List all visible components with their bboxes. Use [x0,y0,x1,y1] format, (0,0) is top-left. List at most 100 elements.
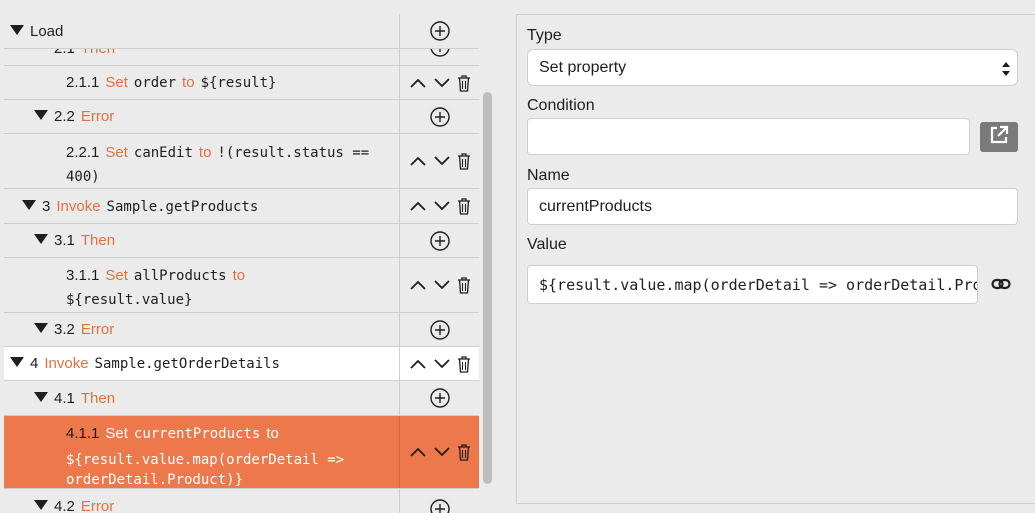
tree-row[interactable]: 4.2 Error [4,489,479,513]
add-circle-icon[interactable] [429,387,451,409]
row-number: 2.1.1 [66,74,100,91]
row-code: canEdit [133,145,193,161]
row-keyword-to: to [266,425,279,442]
row-number: 4.2 [54,498,75,513]
tree-row[interactable]: 3.1 Then [4,224,479,258]
row-keyword: Then [80,390,116,407]
tree-row[interactable]: 4.1 Then [4,381,479,416]
root-label: Load [30,23,64,40]
trash-icon[interactable] [457,197,471,215]
tree-row[interactable]: 2.1 Then [4,49,479,66]
row-keyword: Set [105,425,128,442]
row-number: 3.2 [54,321,75,338]
trash-icon[interactable] [457,276,471,294]
triangle-down-icon[interactable] [34,392,48,402]
row-keyword: Then [81,49,115,57]
triangle-down-icon[interactable] [10,357,24,367]
tree-row[interactable]: 3.1.1 Set allProducts to ${result.value} [4,258,479,313]
row-number: 3.1.1 [66,267,100,284]
row-keyword: Error [80,321,115,338]
open-external-icon [989,125,1009,150]
tree-row-root[interactable]: Load [4,14,479,49]
row-keyword: Error [80,498,115,513]
add-circle-icon[interactable] [429,319,451,341]
row-number: 3 [42,198,51,215]
row-code-value: ${result} [200,75,277,91]
chevron-up-icon[interactable] [409,155,427,167]
trash-icon[interactable] [457,74,471,92]
trash-icon[interactable] [457,443,471,461]
chevron-up-icon[interactable] [409,279,427,291]
row-keyword: Set [105,74,128,91]
tree-scrollbar-thumb[interactable] [483,92,492,484]
row-code: order [133,75,177,91]
value-label: Value [527,236,567,253]
add-circle-icon[interactable] [429,498,451,513]
chevron-down-icon[interactable] [433,358,451,370]
type-select-value: Set property [539,58,627,76]
trash-icon[interactable] [457,355,471,373]
triangle-down-icon[interactable] [34,110,48,120]
row-code-value-cont: orderDetail.Product)} [66,472,244,488]
name-input[interactable]: currentProducts [527,188,1018,225]
row-code: allProducts [133,268,227,284]
add-circle-icon[interactable] [429,20,451,42]
link-icon[interactable] [991,277,1011,296]
type-label: Type [527,27,562,44]
value-input-value: ${result.value.map(orderDetail => orderD… [539,275,978,294]
tree-row[interactable]: 3.2 Error [4,313,479,347]
row-keyword: Error [80,108,115,125]
add-circle-icon[interactable] [429,106,451,128]
chevron-down-icon[interactable] [433,200,451,212]
chevron-down-icon[interactable] [433,446,451,458]
tree-row[interactable]: 2.2 Error [4,100,479,134]
row-code: Sample.getProducts [106,199,259,215]
tree-row-selected[interactable]: 4.1.1 Set currentProducts to ${result.value… [4,416,479,489]
row-keyword: Invoke [44,355,89,372]
chevron-up-icon[interactable] [409,77,427,89]
chevron-down-icon[interactable] [433,279,451,291]
action-tree: Load 2.1Then 2.1.1Setorderto${result} [4,14,479,513]
name-input-value: currentProducts [539,197,652,215]
chevron-down-icon[interactable] [433,77,451,89]
value-input[interactable]: ${result.value.map(orderDetail => orderD… [527,265,978,304]
row-keyword: Then [80,232,116,249]
chevron-down-icon[interactable] [433,155,451,167]
tree-row[interactable]: 3 Invoke Sample.getProducts [4,189,479,224]
condition-label: Condition [527,97,595,114]
chevron-up-icon[interactable] [409,358,427,370]
triangle-down-icon[interactable] [34,234,48,244]
name-label: Name [527,167,570,184]
trash-icon[interactable] [457,152,471,170]
triangle-down-icon[interactable] [22,200,36,210]
add-circle-icon[interactable] [429,230,451,252]
row-code-value: ${result.value} [66,292,193,308]
row-number: 2.2.1 [66,144,100,161]
row-keyword-to: to [198,144,212,161]
row-keyword: Invoke [56,198,101,215]
row-keyword-to: to [182,74,195,91]
row-code-value: ${result.value.map(orderDetail => [66,452,345,468]
tree-row-hover[interactable]: 4 Invoke Sample.getOrderDetails [4,347,479,381]
row-number: 2.1 [54,49,75,57]
chevron-up-icon[interactable] [409,200,427,212]
row-keyword: Set [105,267,128,284]
triangle-down-icon[interactable] [34,500,48,510]
properties-panel: Type Set property Condition Name current… [516,14,1035,504]
row-code: Sample.getOrderDetails [94,356,280,372]
row-code-value: !(result.status == [217,145,370,161]
select-arrows-icon [1001,61,1011,82]
row-number: 4.1.1 [66,425,100,442]
row-code: currentProducts [133,426,261,442]
open-editor-button[interactable] [980,122,1018,152]
condition-input[interactable] [527,118,970,155]
add-circle-icon[interactable] [429,49,451,58]
tree-row[interactable]: 2.1.1 Set order to ${result} [4,66,479,100]
chevron-up-icon[interactable] [409,446,427,458]
type-select[interactable]: Set property [527,49,1018,86]
triangle-down-icon[interactable] [10,25,24,35]
triangle-down-icon[interactable] [34,323,48,333]
row-code-value-cont: 400) [66,169,100,185]
tree-row[interactable]: 2.2.1 Set canEdit to !(result.status == 400) [4,134,479,189]
row-number: 4.1 [54,390,75,407]
